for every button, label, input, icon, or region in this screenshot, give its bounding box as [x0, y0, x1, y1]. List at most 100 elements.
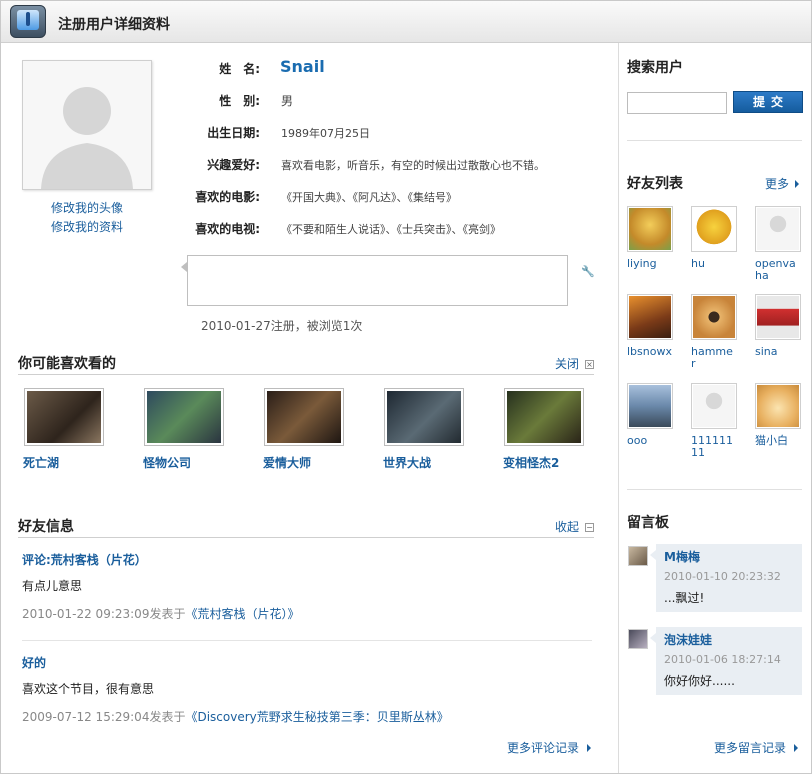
movie-thumbnail[interactable]	[504, 388, 584, 446]
signature-box[interactable]	[181, 255, 568, 306]
more-comments-link[interactable]: 更多评论记录	[507, 739, 592, 756]
recommend-header: 你可能喜欢看的 关闭 ×	[18, 349, 594, 375]
friend-avatar[interactable]	[755, 294, 801, 340]
guest-name[interactable]: 泡沫娃娃	[664, 631, 794, 648]
movie-item[interactable]: 世界大战	[383, 388, 464, 471]
movie-title[interactable]: 变相怪杰2	[503, 454, 584, 471]
friend-avatar[interactable]	[627, 206, 673, 252]
news-title[interactable]: 评论:荒村客栈（片花）	[22, 551, 592, 568]
movie-item[interactable]: 爱情大师	[263, 388, 344, 471]
movie-item[interactable]: 怪物公司	[143, 388, 224, 471]
gender-value: 男	[281, 94, 294, 108]
friend-name[interactable]: ooo	[627, 435, 673, 447]
collapse-button[interactable]: 收起 −	[555, 518, 594, 535]
movie-thumbnail[interactable]	[144, 388, 224, 446]
news-meta: 2010-01-22 09:23:09发表于《荒村客栈（片花）》	[22, 605, 592, 622]
friend-name[interactable]: liying	[627, 258, 673, 270]
news-date: 2010-01-22 09:23:09发表于	[22, 607, 186, 621]
submit-button[interactable]: 提交	[733, 91, 803, 113]
more-comments-label: 更多评论记录	[507, 741, 580, 755]
friend-name[interactable]: openvaha	[755, 258, 801, 282]
news-date: 2009-07-12 15:29:04发表于	[22, 710, 186, 724]
news-divider	[22, 640, 592, 641]
news-target-link[interactable]: 《Discovery荒野求生秘技第三季：贝里斯丛林》	[185, 710, 448, 724]
more-messages-label: 更多留言记录	[714, 741, 787, 755]
friend-item[interactable]: ooo	[627, 383, 673, 447]
wrench-icon[interactable]: 🔧	[581, 265, 595, 278]
friend-name[interactable]: hammer	[691, 346, 737, 370]
movie-item[interactable]: 死亡湖	[23, 388, 104, 471]
friend-item[interactable]: sina	[755, 294, 801, 358]
news-target-link[interactable]: 《荒村客栈（片花）》	[185, 607, 299, 621]
sidebar: 搜索用户 提交 好友列表 更多 liying hu openvaha lbsno…	[618, 43, 811, 773]
guest-message-box: M梅梅 2010-01-10 20:23:32 ...飘过!	[650, 544, 802, 612]
movie-title[interactable]: 爱情大师	[263, 454, 344, 471]
movie-item[interactable]: 变相怪杰2	[503, 388, 584, 471]
more-messages-link[interactable]: 更多留言记录	[714, 739, 799, 756]
arrow-right-icon	[794, 744, 799, 752]
search-input[interactable]	[627, 92, 727, 114]
friends-more-link[interactable]: 更多	[765, 175, 800, 192]
guest-avatar[interactable]	[628, 546, 648, 566]
arrow-right-icon	[587, 744, 592, 752]
sidebar-divider	[627, 140, 802, 141]
news-meta: 2009-07-12 15:29:04发表于《Discovery荒野求生秘技第三…	[22, 708, 592, 725]
friend-avatar[interactable]	[755, 206, 801, 252]
friend-avatar[interactable]	[691, 294, 737, 340]
guest-message-box: 泡沫娃娃 2010-01-06 18:27:14 你好你好......	[650, 627, 802, 695]
friend-item[interactable]: 猫小白	[755, 383, 801, 447]
friend-name[interactable]: 11111111	[691, 435, 737, 459]
edit-avatar-link[interactable]: 修改我的头像	[22, 199, 152, 216]
friend-name[interactable]: lbsnowx	[627, 346, 673, 358]
friend-name[interactable]: hu	[691, 258, 737, 270]
name-label: 姓 名:	[219, 62, 260, 76]
friend-item[interactable]: hammer	[691, 294, 737, 370]
friend-item[interactable]: lbsnowx	[627, 294, 673, 358]
fav-movie-label: 喜欢的电影:	[195, 190, 260, 204]
movie-thumbnail[interactable]	[24, 388, 104, 446]
fav-movie-value: 《开国大典》、《阿凡达》、《集结号》	[281, 191, 457, 204]
friend-avatar[interactable]	[755, 383, 801, 429]
hobby-label: 兴趣爱好:	[207, 158, 260, 172]
news-item: 好的 喜欢这个节目，很有意思 2009-07-12 15:29:04发表于《Di…	[22, 654, 592, 725]
friend-name[interactable]: 猫小白	[755, 435, 801, 447]
arrow-right-icon	[795, 180, 800, 188]
friend-item[interactable]: 11111111	[691, 383, 737, 459]
name-value: Snail	[280, 57, 325, 76]
friend-item[interactable]: openvaha	[755, 206, 801, 282]
friend-avatar[interactable]	[627, 294, 673, 340]
friends-title: 好友列表	[627, 176, 683, 192]
friend-avatar[interactable]	[627, 383, 673, 429]
guest-name[interactable]: M梅梅	[664, 548, 794, 565]
friend-name[interactable]: sina	[755, 346, 801, 358]
movie-thumbnail[interactable]	[384, 388, 464, 446]
finder-logo-icon	[10, 5, 46, 38]
guestbook-title: 留言板	[627, 515, 669, 531]
news-body: 喜欢这个节目，很有意思	[22, 682, 155, 696]
friend-avatar[interactable]	[691, 206, 737, 252]
close-icon: ×	[585, 360, 594, 369]
friend-item[interactable]: liying	[627, 206, 673, 270]
birthday-label: 出生日期:	[207, 126, 260, 140]
sidebar-divider	[627, 489, 802, 490]
hobby-value: 喜欢看电影，听音乐，有空的时候出过散散心也不错。	[281, 159, 545, 172]
guest-date: 2010-01-10 20:23:32	[664, 570, 781, 583]
guest-message: ...飘过!	[664, 591, 705, 605]
page-title: 注册用户详细资料	[58, 17, 170, 33]
movie-thumbnail[interactable]	[264, 388, 344, 446]
search-title: 搜索用户	[627, 60, 683, 76]
guest-message: 你好你好......	[664, 674, 735, 688]
friend-news-header: 好友信息 收起 −	[18, 512, 594, 538]
movie-title[interactable]: 死亡湖	[23, 454, 104, 471]
recommend-close-button[interactable]: 关闭 ×	[555, 355, 594, 372]
movie-title[interactable]: 世界大战	[383, 454, 464, 471]
friend-avatar[interactable]	[691, 383, 737, 429]
fav-tv-label: 喜欢的电视:	[195, 222, 260, 236]
movie-title[interactable]: 怪物公司	[143, 454, 224, 471]
guest-avatar[interactable]	[628, 629, 648, 649]
friend-news-title: 好友信息	[18, 519, 74, 535]
edit-profile-link[interactable]: 修改我的资料	[22, 218, 152, 235]
friend-item[interactable]: hu	[691, 206, 737, 270]
news-title[interactable]: 好的	[22, 654, 592, 671]
news-item: 评论:荒村客栈（片花） 有点儿意思 2010-01-22 09:23:09发表于…	[22, 551, 592, 622]
